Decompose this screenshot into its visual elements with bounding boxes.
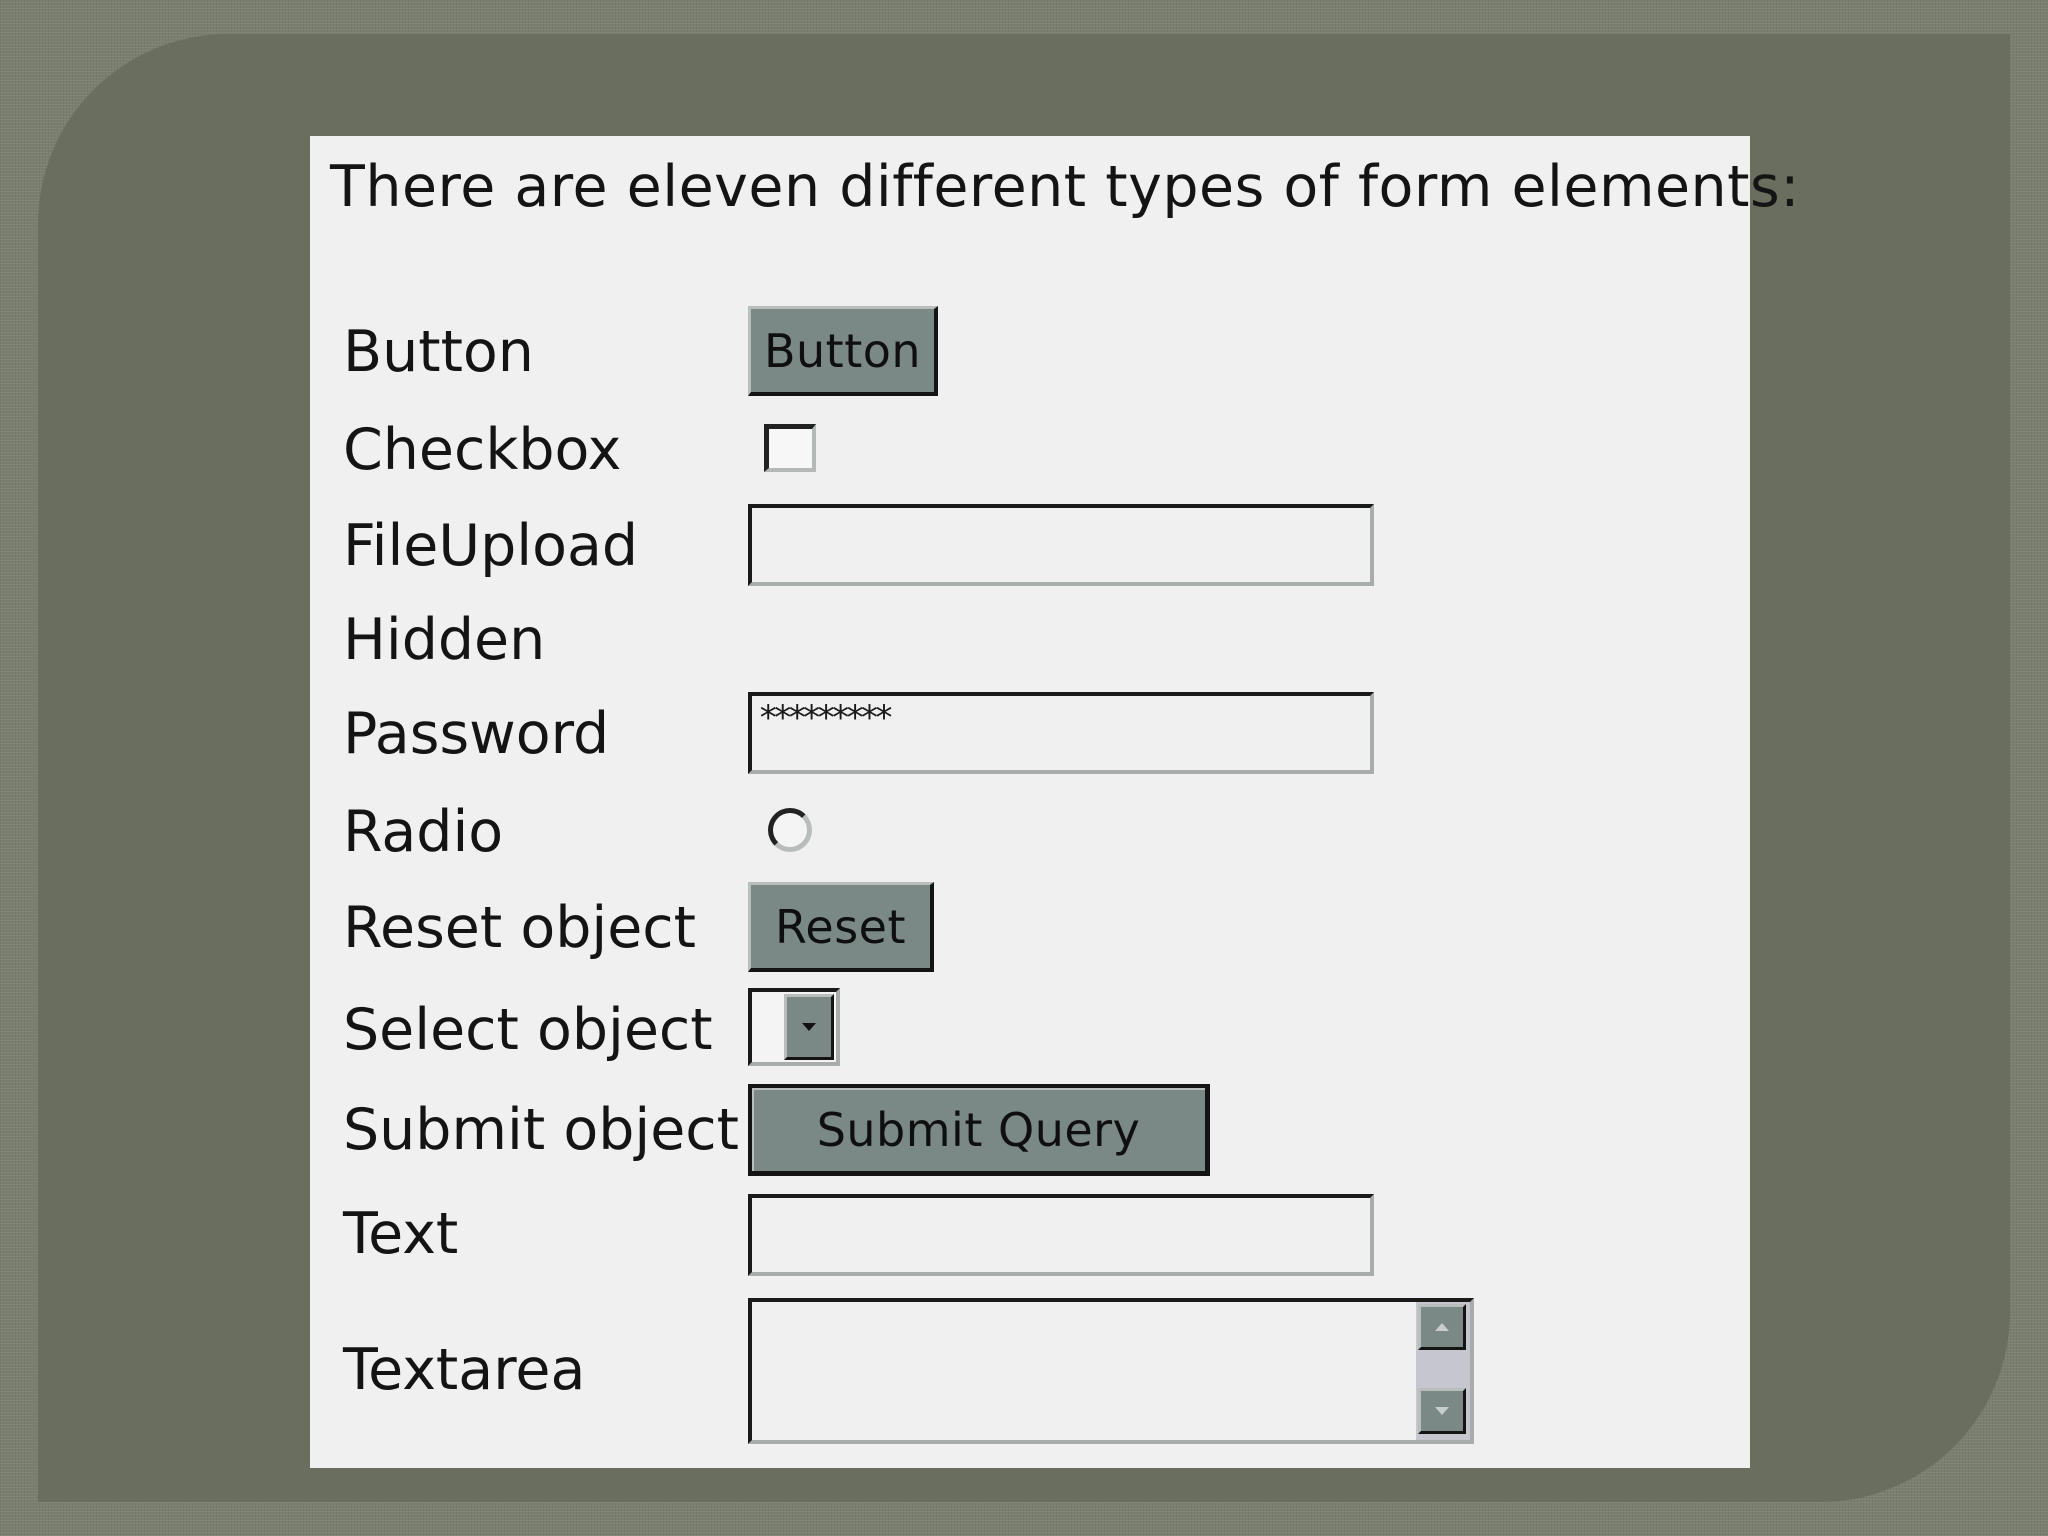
textarea-scrollbar[interactable] xyxy=(1416,1302,1470,1440)
row-label-fileupload: FileUpload xyxy=(343,513,639,579)
demo-checkbox[interactable] xyxy=(764,424,816,472)
row-label-text: Text xyxy=(343,1201,459,1267)
password-field[interactable]: ********* xyxy=(748,692,1374,774)
row-label-select: Select object xyxy=(343,997,713,1063)
row-label-hidden: Hidden xyxy=(343,607,546,673)
chevron-down-glyph xyxy=(802,1023,816,1031)
chevron-down-icon[interactable] xyxy=(784,994,834,1060)
demo-select[interactable] xyxy=(748,988,840,1066)
submit-query-button[interactable]: Submit Query xyxy=(748,1084,1210,1176)
page-heading: There are eleven different types of form… xyxy=(330,154,1800,220)
row-label-textarea: Textarea xyxy=(343,1337,586,1403)
demo-textarea[interactable] xyxy=(748,1298,1474,1444)
arrow-down-glyph xyxy=(1435,1407,1449,1415)
file-upload-field[interactable] xyxy=(748,504,1374,586)
demo-button[interactable]: Button xyxy=(748,306,938,396)
reset-button[interactable]: Reset xyxy=(748,882,934,972)
row-label-submit: Submit object xyxy=(343,1097,739,1163)
row-label-checkbox: Checkbox xyxy=(343,417,622,483)
arrow-up-icon[interactable] xyxy=(1418,1304,1466,1350)
arrow-up-glyph xyxy=(1435,1323,1449,1331)
password-value: ********* xyxy=(758,698,894,738)
arrow-down-icon[interactable] xyxy=(1418,1388,1466,1434)
text-field[interactable] xyxy=(748,1194,1374,1276)
row-label-password: Password xyxy=(343,701,610,767)
demo-radio[interactable] xyxy=(768,808,812,852)
row-label-button: Button xyxy=(343,319,534,385)
row-label-radio: Radio xyxy=(343,799,504,865)
slide-background: There are eleven different types of form… xyxy=(38,34,2010,1502)
form-panel: There are eleven different types of form… xyxy=(310,136,1799,1468)
row-label-reset: Reset object xyxy=(343,895,696,961)
